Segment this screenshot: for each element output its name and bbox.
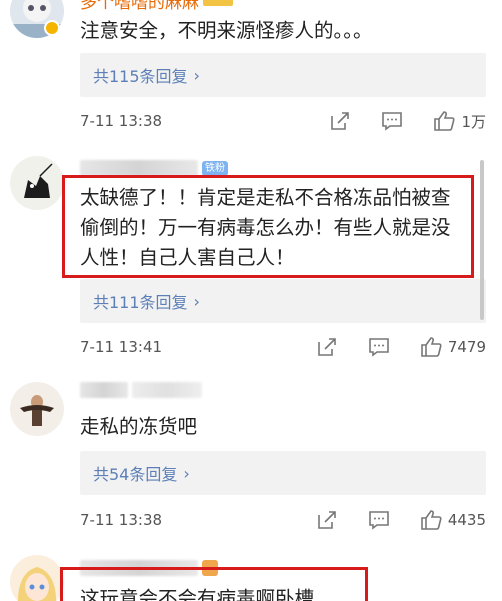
action-bar: 7479: [286, 332, 486, 362]
comment-text: 走私的冻货吧: [80, 415, 198, 438]
replies-box[interactable]: 共54条回复 ›: [80, 451, 486, 495]
share-icon: [318, 511, 336, 529]
chevron-right-icon: ›: [193, 291, 200, 311]
like-count: 7479: [447, 338, 486, 356]
replies-link[interactable]: 共115条回复 ›: [93, 63, 200, 87]
username-row: 多个嗜嗜的麻麻: [80, 0, 233, 13]
timestamp: 7-11 13:38: [80, 112, 163, 130]
action-bar: 4435: [286, 505, 486, 535]
action-bar: 1万: [299, 106, 486, 136]
replies-box[interactable]: 共111条回复 ›: [80, 279, 486, 323]
replies-label: 共111条回复: [93, 293, 188, 312]
timestamp: 7-11 13:38: [80, 511, 163, 529]
comment-icon: [382, 112, 403, 131]
meta-row: 7-11 13:38 1万: [80, 106, 486, 136]
replies-box[interactable]: 共115条回复 ›: [80, 53, 486, 97]
thumbs-up-icon: [434, 111, 455, 131]
comment-icon: [369, 338, 389, 357]
replies-link[interactable]: 共54条回复 ›: [93, 461, 190, 485]
username-row: [80, 380, 202, 400]
comment-button[interactable]: [368, 509, 390, 531]
meta-row: 7-11 13:38 4435: [80, 505, 486, 535]
username[interactable]: 多个嗜嗜的麻麻: [80, 0, 199, 13]
username-redacted: [80, 160, 198, 176]
comment-button[interactable]: [381, 110, 403, 132]
chevron-right-icon: ›: [193, 65, 200, 85]
replies-link[interactable]: 共111条回复 ›: [93, 289, 200, 313]
comment-text: 注意安全，不明来源怪瘆人的。。。: [80, 19, 373, 42]
thumbs-up-icon: [421, 510, 442, 530]
thumbs-up-icon: [421, 337, 442, 357]
avatar[interactable]: [10, 156, 64, 210]
like-count: 1万: [461, 112, 486, 131]
red-highlight-box: [62, 175, 474, 278]
share-button[interactable]: [329, 110, 351, 132]
comment-button[interactable]: [368, 336, 390, 358]
like-button[interactable]: 7479: [420, 336, 486, 358]
like-count: 4435: [447, 511, 486, 529]
avatar[interactable]: [10, 555, 64, 601]
verified-badge: [44, 20, 60, 36]
replies-label: 共54条回复: [93, 465, 178, 484]
fan-badge: 铁粉: [202, 160, 228, 176]
share-button[interactable]: [316, 336, 338, 358]
avatar[interactable]: [10, 382, 64, 436]
meta-row: 7-11 13:41 7479: [80, 332, 486, 362]
share-icon: [318, 338, 336, 356]
scrollbar[interactable]: [480, 160, 484, 320]
like-button[interactable]: 4435: [420, 509, 486, 531]
share-icon: [331, 112, 350, 130]
chevron-right-icon: ›: [183, 463, 190, 483]
username-redacted: [132, 382, 202, 398]
vip-badge: [203, 0, 233, 6]
timestamp: 7-11 13:41: [80, 338, 163, 356]
red-highlight-box: [60, 567, 368, 601]
like-button[interactable]: 1万: [433, 110, 486, 132]
comment-icon: [369, 511, 389, 530]
replies-label: 共115条回复: [93, 67, 188, 86]
username-redacted: [80, 382, 128, 398]
share-button[interactable]: [316, 509, 338, 531]
